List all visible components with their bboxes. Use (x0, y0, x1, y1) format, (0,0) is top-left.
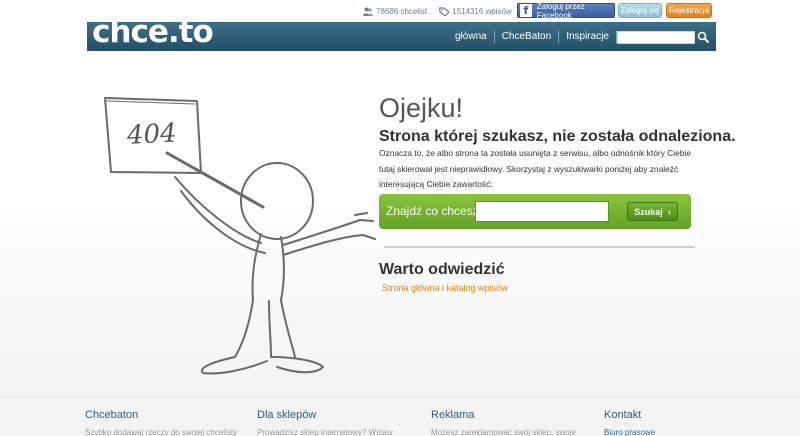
chcelist-count: 78686 chcelist (376, 7, 428, 16)
press-office-link[interactable]: Biuro prasowe (604, 428, 655, 436)
footer-heading[interactable]: Kontakt (604, 409, 655, 421)
facebook-login-button[interactable]: f Zaloguj przez Facebook (517, 1, 615, 20)
nav-item-inspiracje[interactable]: Inspiracje (559, 31, 617, 43)
search-button-label: Szukaj (634, 206, 663, 217)
page-title: Ojejku! (379, 93, 464, 123)
footer-column-contact: Kontakt Biuro prasowe (604, 409, 655, 436)
search-icon[interactable] (697, 31, 710, 44)
footer-column-chcebaton: Chcebaton Szybko dodawaj rzeczy do swoje… (85, 409, 237, 436)
facebook-login-label: Zaloguj przez Facebook (536, 1, 585, 20)
header-search-input[interactable] (617, 31, 695, 44)
footer-text: Szybko dodawaj rzeczy do swojej chcelist… (85, 428, 238, 436)
nav-item-home[interactable]: główna (448, 31, 495, 43)
site-logo[interactable]: chce.to (92, 12, 214, 52)
404-illustration: 404 (104, 97, 376, 375)
main-search-box: Znajdź co chcesz Szukaj › (379, 194, 691, 229)
home-catalog-link[interactable]: Strona główna i katalog wpisów (382, 283, 508, 293)
footer-heading[interactable]: Chcebaton (85, 409, 237, 421)
footer-text: Prowadzisz sklep internetowy? Wstaw (257, 428, 393, 436)
register-button[interactable]: Rejestracja (666, 3, 712, 18)
error-description: Oznacza to, że albo strona ta została us… (379, 148, 691, 189)
search-button[interactable]: Szukaj › (627, 202, 678, 221)
search-label: Znajdź co chcesz (386, 204, 479, 218)
nav-item-chcebaton[interactable]: ChceBaton (495, 31, 560, 43)
footer-heading[interactable]: Dla sklepów (257, 409, 393, 421)
main-search-input[interactable] (475, 201, 609, 222)
section-divider (384, 246, 695, 248)
users-icon (363, 7, 373, 16)
page-subtitle: Strona której szukasz, nie została odnal… (379, 128, 736, 145)
chcelist-stat: 78686 chcelist (363, 7, 427, 16)
entries-stat: 1514316 wpisów (439, 7, 512, 16)
main-nav: główna ChceBaton Inspiracje (448, 31, 617, 43)
site-stats: 78686 chcelist 1514316 wpisów (363, 7, 512, 16)
entries-count: 1514316 wpisów (452, 7, 512, 16)
sign-404-text: 404 (125, 118, 177, 151)
footer-heading[interactable]: Reklama (431, 409, 576, 421)
chevron-right-icon: › (667, 206, 671, 217)
facebook-icon: f (520, 4, 532, 17)
footer-column-ads: Reklama Możesz zareklamować swój sklep, … (431, 409, 576, 436)
worth-visiting-heading: Warto odwiedzić (379, 261, 505, 278)
footer-text: Możesz zareklamować swój sklep, swoje (431, 428, 576, 436)
tag-icon (439, 7, 450, 16)
login-button[interactable]: Zaloguj się (618, 3, 662, 18)
footer-column-shops: Dla sklepów Prowadzisz sklep internetowy… (257, 409, 393, 436)
